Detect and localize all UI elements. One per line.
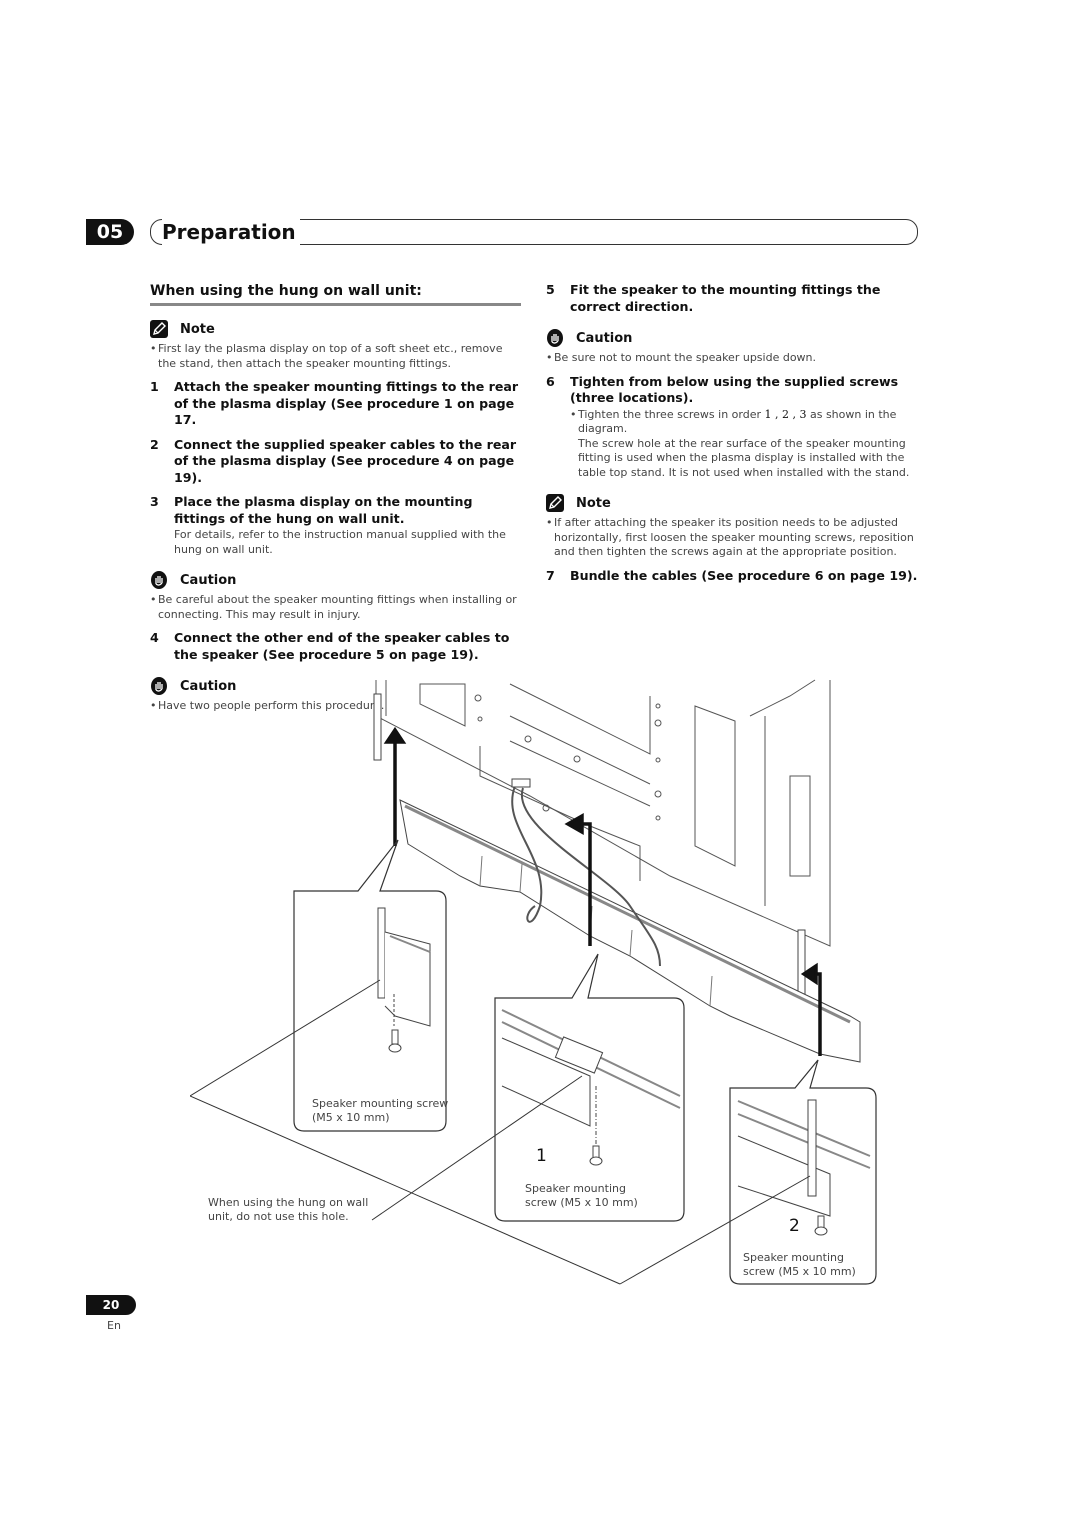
left-column: When using the hung on wall unit: Note F… [150, 282, 521, 714]
label-line: Speaker mounting screw [312, 1097, 449, 1110]
note-heading: Note [546, 494, 918, 512]
step-number: 3 [150, 494, 159, 509]
caution-heading: Caution [150, 571, 521, 589]
label-line: Speaker mounting [743, 1251, 844, 1264]
note-heading: Note [150, 320, 521, 338]
step-3: 3 Place the plasma display on the mounti… [150, 494, 521, 527]
speaker-bar [399, 799, 861, 1063]
screw-label-center: Speaker mounting screw (M5 x 10 mm) [525, 1182, 638, 1210]
caution-bullet: Be careful about the speaker mounting fi… [150, 593, 521, 622]
step-text: Place the plasma display on the mounting… [174, 494, 473, 526]
screw-order: 1 , 2 , 3 [764, 407, 807, 421]
step-text: Connect the supplied speaker cables to t… [174, 436, 517, 485]
step-text: Tighten from below using the supplied sc… [570, 373, 899, 406]
label-line: When using the hung on wall [208, 1196, 369, 1209]
section-title: When using the hung on wall unit: [150, 282, 521, 306]
note-label: Note [576, 495, 611, 511]
step-number: 1 [150, 379, 159, 394]
step-3-detail: For details, refer to the instruction ma… [174, 528, 506, 556]
page-number-tab: 20 [86, 1295, 136, 1315]
label-line: screw (M5 x 10 mm) [743, 1265, 856, 1278]
step-4: 4 Connect the other end of the speaker c… [150, 630, 521, 663]
screw-label-left: Speaker mounting screw (M5 x 10 mm) [312, 1097, 448, 1125]
caution-label: Caution [576, 330, 633, 346]
hand-caution-icon [151, 571, 167, 589]
caution-label: Caution [180, 572, 237, 588]
step-2: 2 Connect the supplied speaker cables to… [150, 437, 521, 487]
right-column: 5 Fit the speaker to the mounting fittin… [546, 282, 918, 584]
screw-label-right: Speaker mounting screw (M5 x 10 mm) [743, 1251, 856, 1279]
pencil-note-icon [150, 320, 168, 338]
mounting-bracket-right [797, 929, 806, 1001]
page-language: En [107, 1319, 121, 1332]
installation-diagram: Speaker mounting screw (M5 x 10 mm) 1 Sp… [190, 676, 890, 1286]
pencil-note-icon [546, 494, 564, 512]
caution-bullet: Be sure not to mount the speaker upside … [546, 351, 918, 366]
step-7: 7 Bundle the cables (See procedure 6 on … [546, 568, 918, 585]
note-bullet: First lay the plasma display on top of a… [150, 342, 521, 371]
step-6-detail: Tighten the three screws in order 1 , 2 … [570, 408, 918, 481]
step-6-bullet: Tighten the three screws in order 1 , 2 … [570, 408, 918, 437]
step-number: 5 [546, 282, 555, 297]
step-1: 1 Attach the speaker mounting fittings t… [150, 379, 521, 429]
step-text: Bundle the cables (See procedure 6 on pa… [570, 567, 918, 583]
detail-prefix: Tighten the three screws in order [578, 407, 765, 421]
note-label: Note [180, 321, 215, 337]
hand-caution-icon [547, 329, 563, 347]
mounting-bracket-left [373, 693, 382, 761]
leader-line [190, 979, 381, 1097]
label-line: unit, do not use this hole. [208, 1210, 349, 1223]
step-number: 6 [546, 373, 555, 389]
note-bullet: If after attaching the speaker its posit… [546, 516, 918, 560]
screw-order-2: 2 [789, 1216, 800, 1236]
step-text: Attach the speaker mounting fittings to … [174, 379, 519, 427]
hole-warning-label: When using the hung on wall unit, do not… [208, 1196, 368, 1224]
caution-heading: Caution [546, 329, 918, 347]
chapter-number-tab: 05 [86, 219, 134, 245]
step-6: 6 Tighten from below using the supplied … [546, 374, 918, 407]
step-number: 7 [546, 567, 555, 583]
step-number: 2 [150, 436, 159, 452]
screw-order-1: 1 [536, 1146, 547, 1166]
step-text: Fit the speaker to the mounting fittings… [570, 282, 881, 314]
hand-caution-icon [151, 677, 167, 695]
label-line: Speaker mounting [525, 1182, 626, 1195]
label-line: (M5 x 10 mm) [312, 1111, 390, 1124]
label-line: screw (M5 x 10 mm) [525, 1196, 638, 1209]
step-5: 5 Fit the speaker to the mounting fittin… [546, 282, 918, 315]
step-number: 4 [150, 630, 159, 645]
step-text: Connect the other end of the speaker cab… [174, 630, 510, 662]
chapter-title: Preparation [162, 219, 300, 245]
step-6-detail-2: The screw hole at the rear surface of th… [578, 436, 910, 479]
